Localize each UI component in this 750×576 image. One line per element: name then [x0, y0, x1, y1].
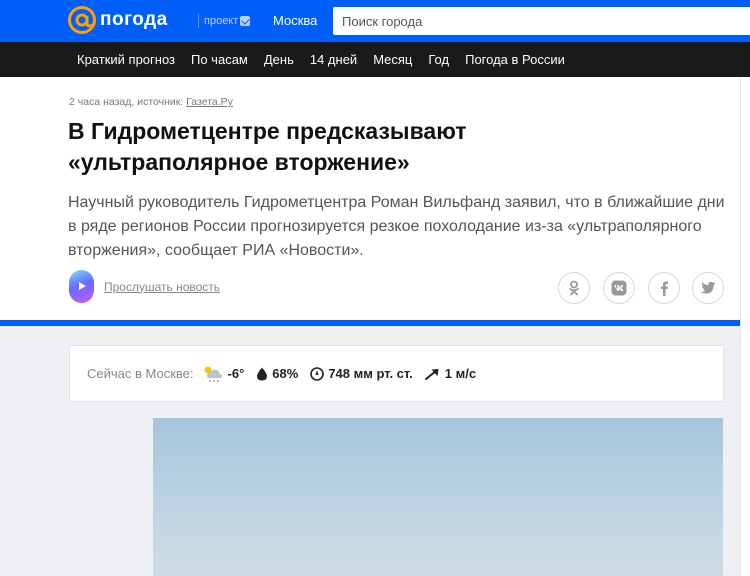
weather-label: Сейчас в Москве: [87, 366, 194, 381]
share-facebook-button[interactable] [648, 272, 680, 304]
nav-item-month[interactable]: Месяц [365, 52, 420, 67]
twitter-icon [700, 281, 716, 294]
search-input[interactable] [333, 7, 750, 35]
article-headline: В Гидрометцентре предсказывают «ультрапо… [68, 118, 467, 175]
city-selector[interactable]: Москва [273, 13, 317, 28]
photo-horizon [153, 536, 723, 576]
facebook-icon [661, 281, 668, 296]
vk-icon [611, 280, 627, 296]
checkmark-badge-icon [240, 16, 251, 26]
article-meta: 2 часа назад, источник: Газета.Ру [69, 96, 233, 108]
share-twitter-button[interactable] [692, 272, 724, 304]
share-ok-button[interactable] [558, 272, 590, 304]
snow-cloud-icon [204, 366, 222, 382]
nav-item-russia[interactable]: Погода в России [457, 52, 573, 67]
humidity-value: 68% [272, 366, 299, 381]
right-sidebar-edge [740, 77, 750, 576]
pressure-value: 748 мм рт. ст. [328, 366, 413, 381]
pressure-gauge-icon [310, 366, 325, 381]
play-icon [69, 270, 94, 303]
article-photo [153, 418, 723, 576]
article-source-link[interactable]: Газета.Ру [186, 96, 233, 108]
nav-item-day[interactable]: День [256, 52, 302, 67]
listen-news-button[interactable]: Прослушать новость [69, 270, 220, 303]
logo[interactable]: погода [68, 6, 168, 34]
project-text: проект [204, 15, 239, 27]
article-time: 2 часа назад, источник: [69, 96, 184, 108]
nav-menu: Краткий прогноз По часам День 14 дней Ме… [69, 42, 573, 77]
nav-bar: Краткий прогноз По часам День 14 дней Ме… [0, 42, 750, 77]
nav-item-hourly[interactable]: По часам [183, 52, 256, 67]
share-vk-button[interactable] [603, 272, 635, 304]
project-label[interactable]: проект [198, 14, 251, 28]
wind-value: 1 м/с [444, 366, 477, 381]
temperature-value: -6° [227, 366, 245, 381]
listen-label: Прослушать новость [104, 279, 221, 294]
logo-text: погода [100, 9, 168, 30]
nav-item-short-forecast[interactable]: Краткий прогноз [69, 52, 183, 67]
nav-item-year[interactable]: Год [420, 52, 457, 67]
article-accent-bar [0, 320, 740, 326]
ok-icon [569, 280, 579, 296]
wind-arrow-icon [424, 368, 439, 380]
at-logo-icon [68, 6, 96, 34]
humidity-drop-icon [257, 367, 268, 380]
nav-item-14-days[interactable]: 14 дней [302, 52, 365, 67]
article-lead: Научный руководитель Гидрометцентра Рома… [68, 194, 725, 259]
current-weather-widget[interactable]: Сейчас в Москве: -6° 68% 748 мм рт. ст. … [69, 345, 724, 402]
top-bar: погода проект Москва [0, 0, 750, 42]
